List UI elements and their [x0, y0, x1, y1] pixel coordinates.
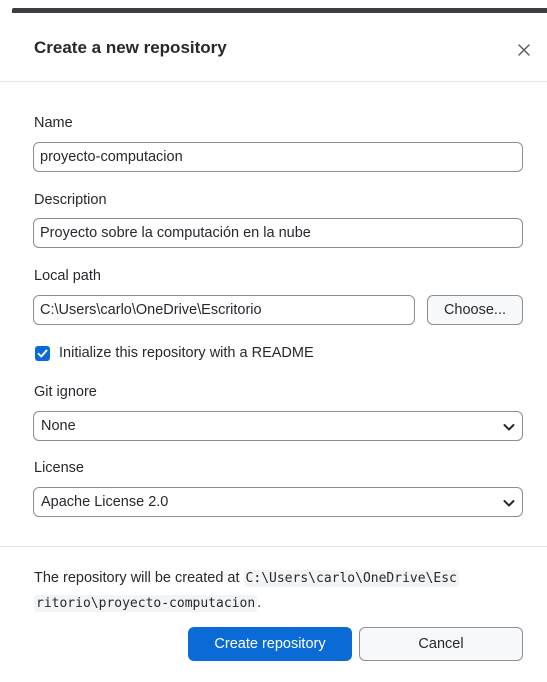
description-label: Description	[34, 192, 107, 208]
close-button[interactable]	[512, 38, 536, 62]
dialog-header: Create a new repository	[0, 13, 547, 82]
name-label: Name	[34, 115, 73, 131]
location-path-line1: C:\Users\carlo\OneDrive\Esc	[243, 570, 459, 587]
chevron-down-icon	[503, 424, 515, 431]
license-select[interactable]: Apache License 2.0	[33, 487, 523, 517]
dialog-title: Create a new repository	[34, 38, 227, 57]
readme-checkbox-label: Initialize this repository with a README	[59, 345, 314, 361]
name-input[interactable]	[33, 142, 523, 172]
location-message-suffix: .	[257, 595, 262, 611]
license-label: License	[34, 460, 84, 476]
create-repository-button[interactable]: Create repository	[188, 627, 352, 661]
repository-location-message: The repository will be created at C:\Use…	[34, 566, 524, 616]
choose-path-label: Choose...	[443, 302, 507, 318]
local-path-label: Local path	[34, 268, 101, 284]
cancel-button[interactable]: Cancel	[359, 627, 523, 661]
chevron-down-icon	[503, 500, 515, 507]
close-icon	[518, 44, 530, 56]
location-message-prefix: The repository will be created at	[34, 570, 244, 586]
local-path-input[interactable]	[33, 295, 415, 325]
license-selected-value: Apache License 2.0	[41, 494, 169, 510]
choose-path-button[interactable]: Choose...	[427, 295, 523, 325]
location-path-line2: ritorio\proyecto-computacion	[34, 595, 258, 612]
readme-checkbox[interactable]	[35, 346, 50, 361]
footer-divider	[0, 546, 547, 547]
description-input[interactable]	[33, 218, 523, 248]
gitignore-label: Git ignore	[34, 384, 97, 400]
gitignore-select[interactable]: None	[33, 411, 523, 441]
create-repository-label: Create repository	[214, 636, 326, 652]
create-repository-dialog: Create a new repository Name Description…	[0, 0, 547, 682]
check-icon	[37, 349, 48, 358]
cancel-label: Cancel	[418, 636, 464, 652]
gitignore-selected-value: None	[41, 418, 76, 434]
